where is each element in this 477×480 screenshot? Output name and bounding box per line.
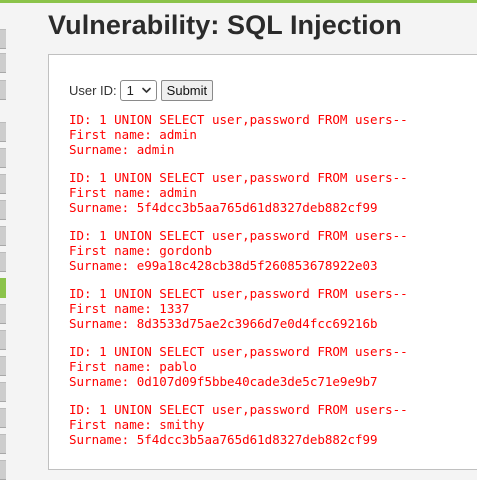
- result-surname: Surname: e99a18c428cb38d5f260853678922e0…: [69, 258, 378, 273]
- result-first-name: First name: admin: [69, 185, 197, 200]
- query-results: ID: 1 UNION SELECT user,password FROM us…: [69, 112, 408, 460]
- result-id-line: ID: 1 UNION SELECT user,password FROM us…: [69, 228, 408, 243]
- sidebar-item[interactable]: [0, 304, 6, 324]
- result-id-line: ID: 1 UNION SELECT user,password FROM us…: [69, 112, 408, 127]
- result-entry: ID: 1 UNION SELECT user,password FROM us…: [69, 112, 408, 157]
- page-title: Vulnerability: SQL Injection: [48, 10, 402, 40]
- user-id-label: User ID:: [69, 82, 117, 98]
- sidebar-item[interactable]: [0, 200, 6, 220]
- sidebar-item[interactable]: [0, 29, 6, 49]
- result-entry: ID: 1 UNION SELECT user,password FROM us…: [69, 402, 408, 447]
- header-accent-bar: [0, 0, 477, 3]
- result-surname: Surname: 5f4dcc3b5aa765d61d8327deb882cf9…: [69, 432, 378, 447]
- result-entry: ID: 1 UNION SELECT user,password FROM us…: [69, 170, 408, 215]
- sidebar-item[interactable]: [0, 53, 6, 73]
- result-id-line: ID: 1 UNION SELECT user,password FROM us…: [69, 286, 408, 301]
- sidebar-item[interactable]: [0, 330, 6, 350]
- sidebar-item[interactable]: [0, 80, 6, 100]
- sidebar-item[interactable]: [0, 148, 6, 168]
- sidebar-item[interactable]: [0, 226, 6, 246]
- sidebar-item[interactable]: [0, 356, 6, 376]
- user-id-selected-value: 1: [126, 82, 134, 98]
- sidebar-item[interactable]: [0, 382, 6, 402]
- result-surname: Surname: admin: [69, 142, 175, 157]
- result-first-name: First name: admin: [69, 127, 197, 142]
- result-surname: Surname: 8d3533d75ae2c3966d7e0d4fcc69216…: [69, 316, 378, 331]
- result-first-name: First name: gordonb: [69, 243, 212, 258]
- sidebar-item[interactable]: [0, 252, 6, 272]
- result-entry: ID: 1 UNION SELECT user,password FROM us…: [69, 228, 408, 273]
- sidebar-item[interactable]: [0, 408, 6, 428]
- sidebar-item[interactable]: [0, 434, 6, 454]
- result-first-name: First name: smithy: [69, 417, 205, 432]
- sidebar-item[interactable]: [0, 174, 6, 194]
- result-id-line: ID: 1 UNION SELECT user,password FROM us…: [69, 402, 408, 417]
- result-id-line: ID: 1 UNION SELECT user,password FROM us…: [69, 170, 408, 185]
- chevron-down-icon: [141, 87, 151, 93]
- result-first-name: First name: pablo: [69, 359, 197, 374]
- result-first-name: First name: 1337: [69, 301, 190, 316]
- result-id-line: ID: 1 UNION SELECT user,password FROM us…: [69, 344, 408, 359]
- result-entry: ID: 1 UNION SELECT user,password FROM us…: [69, 344, 408, 389]
- user-id-select[interactable]: 1: [119, 79, 157, 101]
- sidebar-item-active[interactable]: [0, 278, 6, 298]
- sidebar-item[interactable]: [0, 460, 6, 480]
- sidebar-item[interactable]: [0, 122, 6, 142]
- submit-button[interactable]: Submit: [160, 79, 214, 101]
- vulnerable-code-area: User ID: 1 Submit ID: 1 UNION SELECT use…: [48, 54, 477, 470]
- result-surname: Surname: 0d107d09f5bbe40cade3de5c71e9e9b…: [69, 374, 378, 389]
- result-entry: ID: 1 UNION SELECT user,password FROM us…: [69, 286, 408, 331]
- user-id-form: User ID: 1 Submit: [69, 79, 214, 101]
- result-surname: Surname: 5f4dcc3b5aa765d61d8327deb882cf9…: [69, 200, 378, 215]
